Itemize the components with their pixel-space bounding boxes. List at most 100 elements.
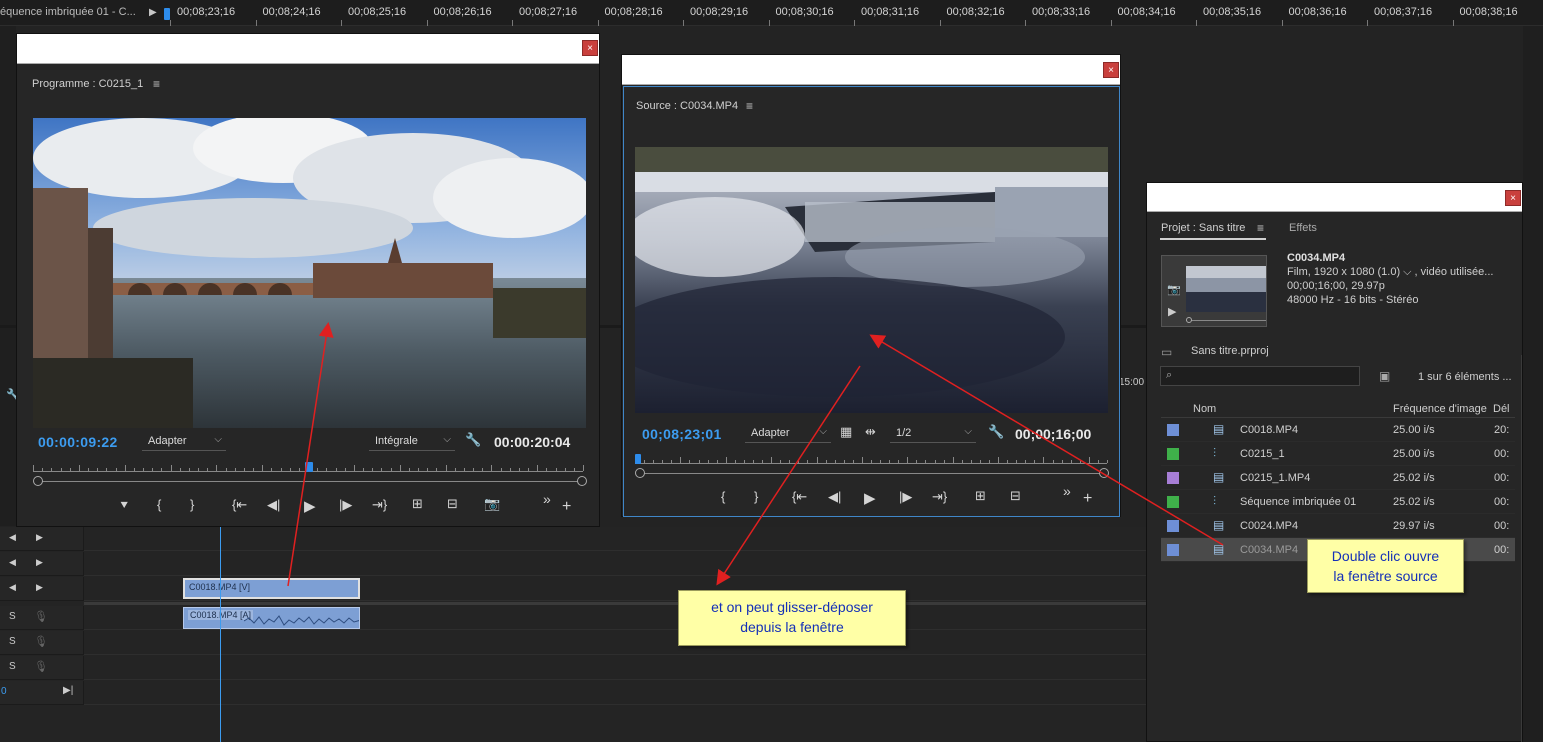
column-header-name[interactable]: Nom [1193,403,1216,415]
triangle-left-icon[interactable]: ◀ [9,532,16,543]
triangle-right-icon[interactable]: ▶ [36,557,43,568]
source-fit-dropdown[interactable]: Adapter ⌵ [745,425,831,443]
overwrite-icon[interactable]: ⊟ [1010,488,1021,504]
go-to-in-icon[interactable]: {⇤ [792,489,807,505]
microphone-icon[interactable]: 🎙 [34,635,48,648]
track-header-a2[interactable]: S 🎙 [0,631,84,655]
program-window-titlebar[interactable]: × [17,34,599,64]
track-row[interactable] [84,552,1146,576]
play-icon[interactable]: ▶ [864,489,876,507]
column-header-framerate[interactable]: Fréquence d'image [1393,403,1487,415]
project-window-titlebar[interactable]: × [1147,183,1522,212]
label-color-swatch[interactable] [1167,496,1179,508]
solo-label[interactable]: S [9,636,16,647]
program-panel-title[interactable]: Programme : C0215_1 [32,78,143,90]
go-to-out-icon[interactable]: ⇥} [372,497,387,513]
mark-out-icon[interactable]: } [754,489,758,504]
project-item-row[interactable]: ▤ C0018.MP4 25.00 i/s 20: [1161,418,1515,442]
lift-icon[interactable]: ⊞ [412,496,423,512]
timeline-playhead-line[interactable] [220,527,221,742]
program-monitor-window[interactable]: × Programme : C0215_1 ≡ 00:00:09:22 Adap… [16,33,600,527]
program-quality-dropdown[interactable]: Intégrale ⌵ [369,433,455,451]
source-window-titlebar[interactable]: × [622,55,1120,85]
track-header-v3[interactable]: ◀ ▶ [0,527,84,551]
step-back-icon[interactable]: ◀| [267,497,280,513]
project-item-row[interactable]: ⫶ Séquence imbriquée 01 25.02 i/s 00: [1161,490,1515,514]
program-current-timecode[interactable]: 00:00:09:22 [38,434,118,450]
solo-label[interactable]: S [9,661,16,672]
triangle-right-icon[interactable]: ▶ [36,582,43,593]
label-color-swatch[interactable] [1167,472,1179,484]
track-header-master[interactable]: 0 ▶| [0,681,84,705]
label-color-swatch[interactable] [1167,544,1179,556]
camera-icon[interactable]: 📷 [1167,283,1181,296]
go-to-end-icon[interactable]: ▶| [63,685,73,696]
close-icon[interactable]: × [1505,190,1521,206]
safe-margins-icon[interactable]: ▦ [840,424,852,440]
play-icon[interactable]: ▶ [304,497,316,515]
label-color-swatch[interactable] [1167,424,1179,436]
triangle-left-icon[interactable]: ◀ [9,557,16,568]
timeline-panel[interactable]: ◀ ▶ ◀ ▶ ◀ ▶ S 🎙 S 🎙 S 🎙 0 ▶| C0018.MP4 [… [0,527,1146,742]
source-current-timecode[interactable]: 00;08;23;01 [642,426,722,442]
track-row[interactable] [84,656,1146,680]
project-item-row[interactable]: ▤ C0215_1.MP4 25.02 i/s 00: [1161,466,1515,490]
microphone-icon[interactable]: 🎙 [34,610,48,623]
more-controls-icon[interactable]: » [543,491,551,507]
track-header-v2[interactable]: ◀ ▶ [0,552,84,576]
wrench-icon[interactable]: 🔧 [988,424,1004,440]
source-panel-title[interactable]: Source : C0034.MP4 [636,100,738,112]
play-icon[interactable]: ▶ [1168,305,1176,318]
close-icon[interactable]: × [1103,62,1119,78]
panel-menu-icon[interactable]: ≡ [153,77,160,91]
zoom-handle-right[interactable] [1099,468,1109,478]
source-resolution-dropdown[interactable]: 1/2 ⌵ [890,425,976,443]
label-color-swatch[interactable] [1167,448,1179,460]
tab-effects[interactable]: Effets [1289,222,1317,234]
insert-icon[interactable]: ⊞ [975,488,986,504]
playhead-marker[interactable] [305,462,313,472]
mark-in-icon[interactable]: { [157,497,161,512]
go-to-out-icon[interactable]: ⇥} [932,489,947,505]
step-back-icon[interactable]: ◀| [828,489,841,505]
panel-menu-icon[interactable]: ≡ [1257,221,1264,235]
search-input[interactable]: ⌕ [1160,366,1360,386]
top-timeline-ruler[interactable]: équence imbriquée 01 - C... ▶ 00;08;23;1… [0,0,1543,26]
step-forward-icon[interactable]: |▶ [339,497,352,513]
add-button-icon[interactable]: + [562,498,571,516]
preview-scrub-handle[interactable] [1186,317,1192,323]
triangle-right-icon[interactable]: ▶ [36,532,43,543]
sequence-tab-label[interactable]: équence imbriquée 01 - C... [0,6,150,22]
triangle-left-icon[interactable]: ◀ [9,582,16,593]
track-row[interactable] [84,631,1146,655]
project-item-row[interactable]: ▤ C0024.MP4 29.97 i/s 00: [1161,514,1515,538]
mark-out-icon[interactable]: } [190,497,194,512]
preview-thumbnail-box[interactable]: 📷 ▶ [1161,255,1267,327]
solo-label[interactable]: S [9,611,16,622]
program-scrub-bar[interactable] [33,459,584,475]
video-clip[interactable]: C0018.MP4 [V] [183,578,360,599]
track-header-a3[interactable]: S 🎙 [0,656,84,680]
marker-icon[interactable]: ⯆ [119,498,129,514]
mark-in-icon[interactable]: { [721,489,725,504]
zoom-handle-left[interactable] [635,468,645,478]
drag-video-icon[interactable]: ⇹ [865,424,876,440]
camera-icon[interactable]: 📷 [484,496,500,512]
new-bin-search-icon[interactable]: ▣ [1379,369,1390,383]
zoom-handle-left[interactable] [33,476,43,486]
wrench-icon[interactable]: 🔧 [465,432,481,448]
track-row[interactable] [84,681,1146,705]
zoom-handle-right[interactable] [577,476,587,486]
extract-icon[interactable]: ⊟ [447,496,458,512]
more-controls-icon[interactable]: » [1063,483,1071,499]
close-icon[interactable]: × [582,40,598,56]
play-icon[interactable]: ▶ [149,7,157,18]
program-fit-dropdown[interactable]: Adapter ⌵ [142,433,226,451]
playhead-marker[interactable] [635,454,641,464]
track-row[interactable] [84,527,1146,551]
program-zoom-bar[interactable] [33,476,587,486]
playhead-marker[interactable] [164,8,170,20]
track-header-a1[interactable]: S 🎙 [0,606,84,630]
column-header-extra[interactable]: Dél [1493,403,1510,415]
label-color-swatch[interactable] [1167,520,1179,532]
